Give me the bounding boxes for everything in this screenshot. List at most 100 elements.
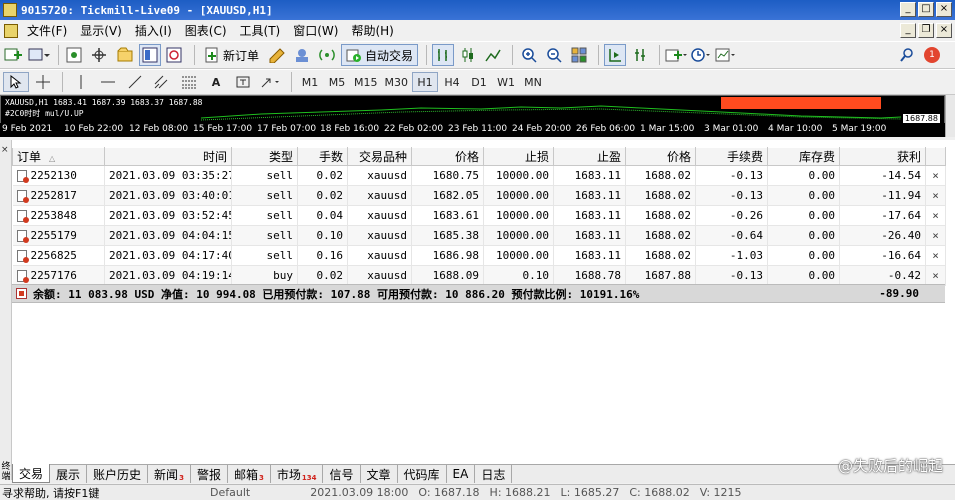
minimize-button[interactable]: _ [900, 2, 916, 17]
periods-icon[interactable] [690, 44, 712, 66]
notifications-button[interactable]: 1 [921, 44, 943, 66]
menu-view[interactable]: 显示(V) [75, 22, 130, 39]
menu-file[interactable]: 文件(F) [22, 22, 75, 39]
col-header-profit[interactable]: 获利 [839, 147, 926, 166]
equidistant-channel-icon[interactable] [149, 72, 175, 92]
tile-windows-icon[interactable] [568, 44, 590, 66]
timeframe-m15[interactable]: M15 [351, 72, 381, 92]
timeframe-m5[interactable]: M5 [324, 72, 350, 92]
chart-close-button[interactable]: × [936, 23, 952, 38]
tab-code-base[interactable]: 代码库 [398, 465, 447, 483]
search-icon[interactable] [896, 44, 918, 66]
menu-window[interactable]: 窗口(W) [288, 22, 346, 39]
strategy-tester-icon[interactable] [164, 44, 186, 66]
col-header-order[interactable]: 订单 △ [12, 147, 105, 166]
close-button[interactable]: × [936, 2, 952, 17]
menu-tools[interactable]: 工具(T) [235, 22, 289, 39]
close-order-icon[interactable]: × [925, 185, 946, 206]
tab-market[interactable]: 市场 134 [271, 465, 324, 483]
fibonacci-icon[interactable] [176, 72, 202, 92]
candlestick-icon[interactable] [457, 44, 479, 66]
table-row[interactable]: 2252817 2021.03.09 03:40:01 sell 0.02 xa… [12, 185, 946, 206]
signals-icon[interactable] [316, 44, 338, 66]
auto-scroll-icon[interactable] [604, 44, 627, 66]
timeframe-m30[interactable]: M30 [382, 72, 412, 92]
zoom-in-icon[interactable] [518, 44, 540, 66]
tab-signals[interactable]: 信号 [323, 465, 361, 483]
templates-icon[interactable] [715, 44, 737, 66]
text-label-icon[interactable] [230, 72, 256, 92]
menu-help[interactable]: 帮助(H) [346, 22, 401, 39]
cursor-icon[interactable] [3, 72, 29, 92]
indicators-icon[interactable] [665, 44, 688, 66]
col-header-type[interactable]: 类型 [231, 147, 298, 166]
tab-account-history[interactable]: 账户历史 [87, 465, 149, 483]
new-chart-icon[interactable] [3, 44, 25, 66]
community-icon[interactable] [291, 44, 313, 66]
col-header-symbol[interactable]: 交易品种 [347, 147, 412, 166]
tab-articles[interactable]: 文章 [361, 465, 398, 483]
vertical-line-icon[interactable] [68, 72, 94, 92]
tab-journal[interactable]: 日志 [475, 465, 513, 483]
arrows-dropdown-icon[interactable] [257, 72, 285, 92]
col-header-tp[interactable]: 止盈 [553, 147, 626, 166]
buy-order-icon [16, 269, 29, 283]
data-window-icon[interactable] [89, 44, 111, 66]
table-row[interactable]: 2253848 2021.03.09 03:52:45 sell 0.04 xa… [12, 205, 946, 226]
chart-window-icon[interactable] [4, 23, 18, 38]
close-order-icon[interactable]: × [925, 225, 946, 246]
close-order-icon[interactable]: × [925, 265, 946, 286]
col-header-lots[interactable]: 手数 [297, 147, 348, 166]
timeframe-h4[interactable]: H4 [439, 72, 465, 92]
navigator-icon[interactable] [114, 44, 136, 66]
col-header-commission[interactable]: 手续费 [695, 147, 768, 166]
table-row[interactable]: 2256825 2021.03.09 04:17:40 sell 0.16 xa… [12, 245, 946, 266]
line-chart-icon[interactable] [482, 44, 504, 66]
market-watch-icon[interactable] [64, 44, 86, 66]
balance-icon [16, 288, 27, 299]
timeframe-h1[interactable]: H1 [412, 72, 438, 92]
zoom-out-icon[interactable] [543, 44, 565, 66]
chart-shift-icon[interactable] [629, 44, 651, 66]
bar-chart-icon[interactable] [432, 44, 455, 66]
timeframe-d1[interactable]: D1 [466, 72, 492, 92]
auto-trading-button[interactable]: 自动交易 [341, 44, 419, 66]
table-row[interactable]: 2255179 2021.03.09 04:04:15 sell 0.10 xa… [12, 225, 946, 246]
col-header-price[interactable]: 价格 [411, 147, 484, 166]
metaeditor-icon[interactable] [266, 44, 288, 66]
col-header-current-price[interactable]: 价格 [625, 147, 696, 166]
col-header-swap[interactable]: 库存费 [767, 147, 840, 166]
table-row[interactable]: 2257176 2021.03.09 04:19:14 buy 0.02 xau… [12, 265, 946, 286]
col-header-time[interactable]: 时间 [104, 147, 232, 166]
close-order-icon[interactable]: × [925, 245, 946, 266]
timeframe-w1[interactable]: W1 [493, 72, 519, 92]
menu-insert[interactable]: 插入(I) [130, 22, 180, 39]
horizontal-line-icon[interactable] [95, 72, 121, 92]
profiles-icon[interactable] [28, 44, 50, 66]
col-header-sl[interactable]: 止损 [483, 147, 554, 166]
chart-restore-button[interactable]: ❐ [918, 23, 934, 38]
trendline-icon[interactable] [122, 72, 148, 92]
chart-minimize-button[interactable]: _ [900, 23, 916, 38]
timeframe-mn[interactable]: MN [520, 72, 546, 92]
tab-exposure[interactable]: 展示 [50, 465, 88, 483]
tab-mailbox[interactable]: 邮箱 3 [228, 465, 271, 483]
terminal-icon[interactable] [139, 44, 161, 66]
menu-charts[interactable]: 图表(C) [180, 22, 235, 39]
cell-commission: -0.64 [695, 225, 768, 246]
tab-news[interactable]: 新闻 3 [148, 465, 191, 483]
tab-alerts[interactable]: 警报 [191, 465, 228, 483]
table-row[interactable]: 2252130 2021.03.09 03:35:27 sell 0.02 xa… [12, 165, 946, 186]
close-order-icon[interactable]: × [925, 205, 946, 226]
terminal-close-icon[interactable]: × [1, 145, 9, 155]
crosshair-icon[interactable] [30, 72, 56, 92]
timeframe-m1[interactable]: M1 [297, 72, 323, 92]
text-tool-icon[interactable]: A [203, 72, 229, 92]
order-id: 2255179 [30, 229, 77, 242]
cell-type: sell [231, 165, 298, 186]
maximize-button[interactable]: □ [918, 2, 934, 17]
tab-trade[interactable]: 交易 [12, 464, 51, 483]
close-order-icon[interactable]: × [925, 165, 946, 186]
tab-experts[interactable]: EA [447, 465, 476, 483]
new-order-button[interactable]: 新订单 [200, 44, 263, 66]
